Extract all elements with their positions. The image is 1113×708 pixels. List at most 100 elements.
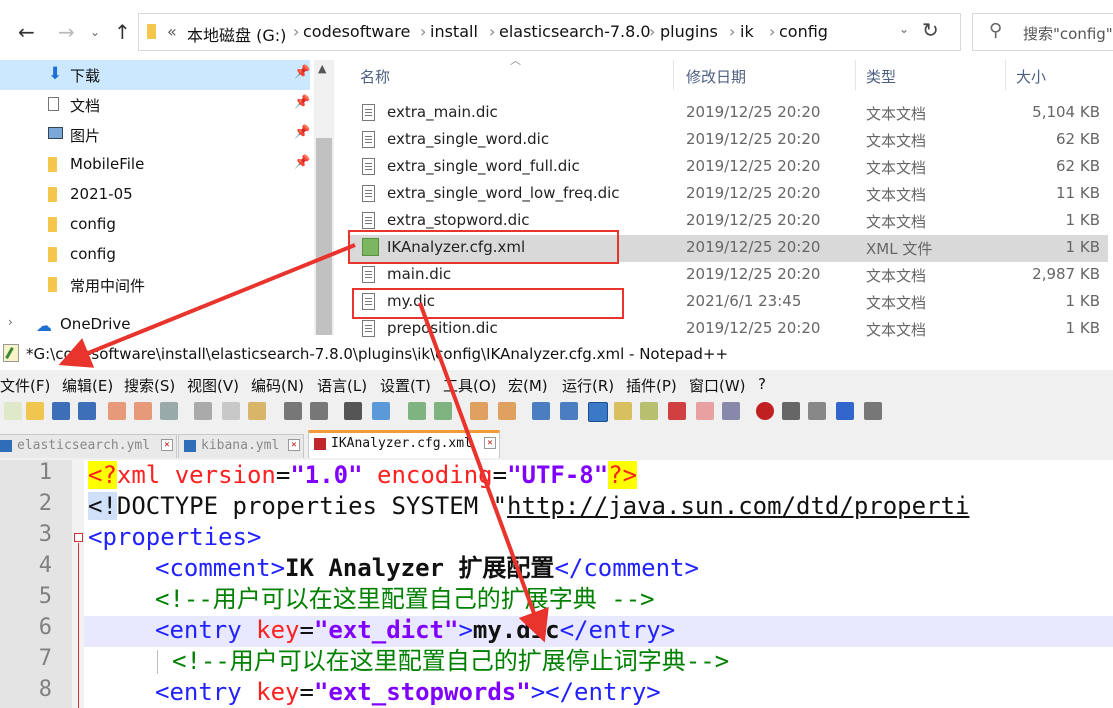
doctype-url[interactable]: http://java.sun.com/dtd/properti bbox=[507, 492, 969, 520]
menu-settings[interactable]: 设置(T) bbox=[380, 375, 431, 396]
breadcrumb-separator-icon[interactable]: › bbox=[729, 22, 735, 41]
tab-elasticsearch-yml[interactable]: elasticsearch.yml ✕ bbox=[0, 434, 177, 458]
breadcrumb-separator-icon[interactable]: › bbox=[649, 22, 655, 41]
notepadpp-app-icon[interactable] bbox=[3, 344, 19, 362]
column-divider[interactable] bbox=[1005, 60, 1006, 90]
sidebar-item-onedrive[interactable]: › ☁ OneDrive bbox=[0, 310, 310, 340]
scroll-up-icon[interactable]: ▲ bbox=[318, 62, 326, 75]
column-name[interactable]: 名称 bbox=[360, 66, 390, 87]
cut-icon[interactable] bbox=[194, 402, 212, 420]
new-file-icon[interactable] bbox=[4, 402, 22, 420]
menu-encoding[interactable]: 编码(N) bbox=[251, 375, 304, 396]
column-divider[interactable] bbox=[673, 60, 674, 90]
menu-view[interactable]: 视图(V) bbox=[187, 375, 239, 396]
pin-icon[interactable]: 📌 bbox=[294, 125, 310, 140]
breadcrumb-separator-icon[interactable]: › bbox=[293, 22, 299, 41]
tab-close-icon[interactable]: ✕ bbox=[288, 439, 300, 451]
undo-icon[interactable] bbox=[284, 402, 302, 420]
breadcrumb-separator-icon[interactable]: › bbox=[489, 22, 495, 41]
address-dropdown-icon[interactable]: ⌄ bbox=[899, 22, 909, 36]
document-map-icon[interactable] bbox=[640, 402, 658, 420]
chevron-down-icon[interactable]: ⌄ bbox=[90, 17, 100, 47]
code-editor[interactable]: 1 2 3 4 5 6 7 8 <?xml version="1.0" enco… bbox=[0, 460, 1113, 708]
breadcrumb-codesoftware[interactable]: codesoftware bbox=[303, 22, 410, 41]
chevron-right-icon[interactable]: › bbox=[8, 315, 13, 329]
search-box[interactable]: ⚲ 搜索"config" bbox=[972, 13, 1113, 51]
sidebar-item-pictures[interactable]: 图片 📌 bbox=[0, 120, 310, 150]
pin-icon[interactable]: 📌 bbox=[294, 155, 310, 170]
sidebar-item-config-2[interactable]: config bbox=[0, 240, 310, 270]
sidebar-item-2021-05[interactable]: 2021-05 bbox=[0, 180, 310, 210]
file-row[interactable]: preposition.dic 2019/12/25 20:20 文本文档 1 … bbox=[348, 316, 1108, 340]
sidebar-item-documents[interactable]: 文档 📌 bbox=[0, 90, 310, 120]
zoom-out-icon[interactable] bbox=[434, 402, 452, 420]
file-row[interactable]: extra_single_word.dic 2019/12/25 20:20 文… bbox=[348, 127, 1108, 154]
find-icon[interactable] bbox=[344, 402, 362, 420]
fold-toggle-icon[interactable] bbox=[74, 533, 83, 542]
menu-search[interactable]: 搜索(S) bbox=[124, 375, 175, 396]
save-all-icon[interactable] bbox=[78, 402, 96, 420]
breadcrumb-plugins[interactable]: plugins bbox=[660, 22, 718, 41]
file-row[interactable]: extra_main.dic 2019/12/25 20:20 文本文档 5,1… bbox=[348, 100, 1108, 127]
menu-window[interactable]: 窗口(W) bbox=[689, 375, 746, 396]
back-arrow-icon[interactable]: ← bbox=[18, 17, 35, 47]
breadcrumb-ik[interactable]: ik bbox=[740, 22, 754, 41]
menu-tools[interactable]: 工具(O) bbox=[443, 375, 497, 396]
breadcrumb-separator-icon[interactable]: › bbox=[769, 22, 775, 41]
sync-horizontal-icon[interactable] bbox=[498, 402, 516, 420]
menu-file[interactable]: 文件(F) bbox=[0, 375, 50, 396]
open-file-icon[interactable] bbox=[26, 402, 44, 420]
breadcrumb-elasticsearch[interactable]: elasticsearch-7.8.0 bbox=[499, 22, 651, 41]
breadcrumb-separator-icon[interactable]: › bbox=[420, 22, 426, 41]
sidebar-scroll-thumb[interactable] bbox=[316, 138, 332, 335]
zoom-in-icon[interactable] bbox=[408, 402, 426, 420]
menu-help[interactable]: ? bbox=[758, 375, 766, 393]
paste-icon[interactable] bbox=[248, 402, 266, 420]
show-all-characters-icon[interactable] bbox=[560, 402, 578, 420]
column-type[interactable]: 类型 bbox=[866, 66, 896, 87]
tab-close-icon[interactable]: ✕ bbox=[161, 439, 173, 451]
folder-as-workspace-icon[interactable] bbox=[696, 402, 714, 420]
menu-macro[interactable]: 宏(M) bbox=[508, 375, 548, 396]
run-multiple-icon[interactable] bbox=[836, 402, 854, 420]
word-wrap-icon[interactable] bbox=[532, 402, 550, 420]
file-row[interactable]: extra_single_word_low_freq.dic 2019/12/2… bbox=[348, 181, 1108, 208]
close-all-icon[interactable] bbox=[134, 402, 152, 420]
pin-icon[interactable]: 📌 bbox=[294, 65, 310, 80]
save-macro-icon[interactable] bbox=[864, 402, 882, 420]
copy-icon[interactable] bbox=[222, 402, 240, 420]
function-list-icon[interactable] bbox=[668, 402, 686, 420]
column-size[interactable]: 大小 bbox=[1016, 66, 1046, 87]
file-row[interactable]: extra_single_word_full.dic 2019/12/25 20… bbox=[348, 154, 1108, 181]
menu-language[interactable]: 语言(L) bbox=[317, 375, 367, 396]
save-icon[interactable] bbox=[52, 402, 70, 420]
refresh-icon[interactable]: ↻ bbox=[922, 18, 939, 42]
monitoring-icon[interactable] bbox=[722, 402, 740, 420]
up-arrow-icon[interactable]: ↑ bbox=[114, 17, 131, 47]
sync-vertical-icon[interactable] bbox=[470, 402, 488, 420]
pin-icon[interactable]: 📌 bbox=[294, 95, 310, 110]
column-divider[interactable] bbox=[855, 60, 856, 90]
breadcrumb-install[interactable]: install bbox=[430, 22, 478, 41]
tab-ikanalyzer-cfg-xml[interactable]: IKAnalyzer.cfg.xml ✕ bbox=[308, 430, 500, 458]
menu-run[interactable]: 运行(R) bbox=[562, 375, 614, 396]
breadcrumb-config[interactable]: config bbox=[779, 22, 828, 41]
breadcrumb-overflow[interactable]: « bbox=[167, 22, 177, 41]
replace-icon[interactable] bbox=[372, 402, 390, 420]
close-icon[interactable] bbox=[108, 402, 126, 420]
indent-guide-icon[interactable] bbox=[588, 402, 608, 422]
file-row[interactable]: main.dic 2019/12/25 20:20 文本文档 2,987 KB bbox=[348, 262, 1108, 289]
print-icon[interactable] bbox=[160, 402, 178, 420]
forward-arrow-icon[interactable]: → bbox=[58, 17, 75, 47]
record-macro-icon[interactable] bbox=[756, 402, 774, 420]
menu-edit[interactable]: 编辑(E) bbox=[62, 375, 113, 396]
tab-kibana-yml[interactable]: kibana.yml ✕ bbox=[178, 434, 304, 458]
user-language-icon[interactable] bbox=[614, 402, 632, 420]
tab-close-icon[interactable]: ✕ bbox=[484, 437, 496, 449]
stop-recording-icon[interactable] bbox=[782, 402, 800, 420]
sidebar-item-middleware[interactable]: 常用中间件 bbox=[0, 270, 310, 300]
playback-icon[interactable] bbox=[808, 402, 826, 420]
redo-icon[interactable] bbox=[310, 402, 328, 420]
address-bar[interactable]: « 本地磁盘 (G:) › codesoftware › install › e… bbox=[138, 13, 961, 51]
breadcrumb-drive[interactable]: 本地磁盘 (G:) bbox=[187, 22, 286, 46]
